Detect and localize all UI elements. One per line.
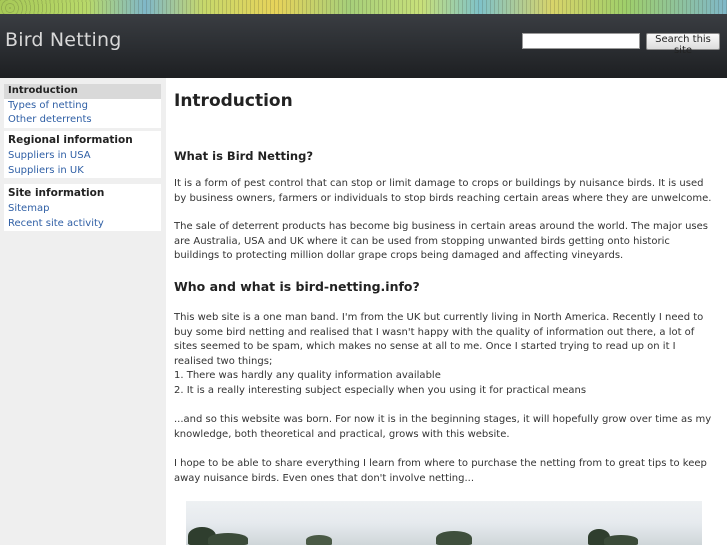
- list-item-1: 1. There was hardly any quality informat…: [174, 370, 441, 381]
- site-header: Bird Netting Search this site: [0, 14, 727, 78]
- photo-tree-silhouette: [436, 531, 472, 545]
- paragraph-4: ...and so this website was born. For now…: [174, 414, 712, 440]
- banner-pattern: [0, 0, 727, 14]
- photo-tree-silhouette: [208, 533, 248, 545]
- sidebar-item-other-deterrents[interactable]: Other deterrents: [4, 113, 161, 128]
- list-item-2: 2. It is a really interesting subject es…: [174, 385, 587, 396]
- sidebar-item-sitemap[interactable]: Sitemap: [4, 202, 161, 217]
- nav-group-main: Introduction Types of netting Other dete…: [4, 84, 161, 128]
- paragraph-3: This web site is a one man band. I'm fro…: [174, 312, 704, 367]
- section-heading-who: Who and what is bird-netting.info?: [174, 279, 420, 294]
- paragraph-2: The sale of deterrent products has becom…: [174, 221, 708, 261]
- sidebar: Introduction Types of netting Other dete…: [0, 78, 166, 545]
- paragraph-1: It is a form of pest control that can st…: [174, 178, 712, 204]
- nav-heading-regional: Regional information: [8, 134, 133, 146]
- paragraph-5: I hope to be able to share everything I …: [174, 458, 707, 484]
- sidebar-item-types-of-netting[interactable]: Types of netting: [4, 99, 161, 114]
- nav-heading-site-info: Site information: [8, 187, 105, 199]
- sidebar-item-recent-activity[interactable]: Recent site activity: [4, 217, 161, 232]
- photo-tree-silhouette: [306, 535, 332, 545]
- decorative-banner: [0, 0, 727, 14]
- sidebar-item-suppliers-usa[interactable]: Suppliers in USA: [4, 149, 161, 164]
- section-heading-what-is: What is Bird Netting?: [174, 149, 313, 163]
- search-input[interactable]: [522, 33, 640, 49]
- photo-tree-silhouette: [604, 535, 638, 545]
- nav-group-regional: Regional information Suppliers in USA Su…: [4, 131, 161, 178]
- sidebar-item-introduction[interactable]: Introduction: [4, 84, 161, 99]
- search-button[interactable]: Search this site: [646, 33, 720, 56]
- site-title[interactable]: Bird Netting: [5, 29, 121, 51]
- bird-netting-photo: [186, 501, 702, 545]
- page-title: Introduction: [174, 91, 293, 111]
- sidebar-item-suppliers-uk[interactable]: Suppliers in UK: [4, 164, 161, 179]
- nav-group-site-info: Site information Sitemap Recent site act…: [4, 184, 161, 231]
